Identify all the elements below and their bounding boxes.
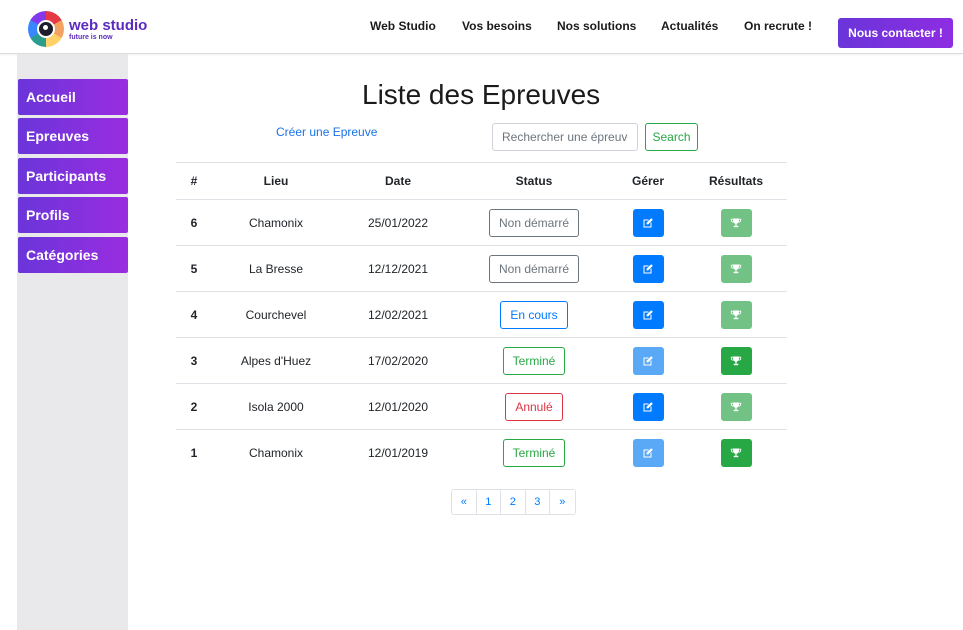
nav-nos-solutions[interactable]: Nos solutions	[557, 19, 636, 33]
status-badge[interactable]: En cours	[500, 300, 568, 329]
edit-button[interactable]	[632, 346, 664, 375]
sidebar-item-epreuves[interactable]: Epreuves	[18, 118, 128, 154]
status-badge[interactable]: Non démarré	[488, 254, 580, 283]
table-row: 4 Courchevel 12/02/2021 En cours	[176, 291, 787, 337]
page-title: Liste des Epreuves	[362, 79, 601, 110]
table-row: 3 Alpes d'Huez 17/02/2020 Terminé	[176, 337, 787, 383]
status-badge[interactable]: Terminé	[502, 346, 566, 375]
epreuves-table: # Lieu Date Status Gérer Résultats 6 Cham…	[176, 162, 787, 475]
results-button[interactable]	[720, 438, 752, 467]
brand-name: web studio	[69, 16, 148, 34]
edit-button[interactable]	[632, 208, 664, 237]
row-date: 25/01/2022	[367, 215, 429, 230]
edit-icon	[642, 309, 654, 321]
row-id: 3	[190, 353, 198, 368]
header-lieu: Lieu	[263, 174, 289, 188]
row-date: 12/12/2021	[367, 261, 429, 276]
table-row: 6 Chamonix 25/01/2022 Non démarré	[176, 199, 787, 245]
trophy-icon	[730, 401, 742, 413]
pagination-page-3[interactable]: 3	[525, 490, 550, 514]
edit-button[interactable]	[632, 300, 664, 329]
contact-button[interactable]: Nous contacter !	[838, 18, 953, 48]
results-button[interactable]	[720, 208, 752, 237]
table-row: 1 Chamonix 12/01/2019 Terminé	[176, 429, 787, 475]
row-id: 4	[190, 307, 198, 322]
pagination-page-1[interactable]: 1	[476, 490, 501, 514]
edit-button[interactable]	[632, 392, 664, 421]
edit-icon	[642, 401, 654, 413]
nav-web-studio[interactable]: Web Studio	[370, 19, 436, 33]
pagination-next[interactable]: »	[550, 490, 575, 514]
logo-icon	[28, 11, 64, 47]
trophy-icon	[730, 355, 742, 367]
status-badge[interactable]: Terminé	[502, 438, 566, 467]
header-status: Status	[515, 174, 553, 188]
sidebar-item-participants[interactable]: Participants	[18, 158, 128, 194]
row-lieu: Chamonix	[248, 215, 304, 230]
sidebar-item-profils[interactable]: Profils	[18, 197, 128, 233]
trophy-icon	[730, 263, 742, 275]
table-header-row: # Lieu Date Status Gérer Résultats	[176, 162, 787, 199]
results-button[interactable]	[720, 392, 752, 421]
brand-logo[interactable]: web studio future is now	[28, 9, 158, 49]
pagination-page-2[interactable]: 2	[501, 490, 526, 514]
table-row: 2 Isola 2000 12/01/2020 Annulé	[176, 383, 787, 429]
edit-icon	[642, 217, 654, 229]
row-lieu: Isola 2000	[248, 399, 304, 414]
brand-tagline: future is now	[69, 33, 113, 41]
pagination-prev[interactable]: «	[452, 490, 477, 514]
table-body: 6 Chamonix 25/01/2022 Non démarré 5 La Bresse…	[176, 199, 787, 475]
status-badge[interactable]: Non démarré	[488, 208, 580, 237]
header-resultats: Résultats	[708, 174, 764, 188]
header-num: #	[190, 174, 198, 188]
top-navbar: web studio future is now Web Studio Vos …	[0, 0, 963, 54]
row-id: 2	[190, 399, 198, 414]
row-lieu: Alpes d'Huez	[240, 353, 312, 368]
trophy-icon	[730, 309, 742, 321]
results-button[interactable]	[720, 254, 752, 283]
trophy-icon	[730, 217, 742, 229]
edit-button[interactable]	[632, 254, 664, 283]
table-row: 5 La Bresse 12/12/2021 Non démarré	[176, 245, 787, 291]
sidebar: Accueil Epreuves Participants Profils Ca…	[17, 54, 128, 630]
header-date: Date	[384, 174, 411, 188]
results-button[interactable]	[720, 300, 752, 329]
trophy-icon	[730, 447, 742, 459]
header-gerer: Gérer	[631, 174, 665, 188]
edit-icon	[642, 447, 654, 459]
row-lieu: Chamonix	[248, 445, 304, 460]
row-date: 12/01/2019	[367, 445, 429, 460]
row-date: 12/01/2020	[367, 399, 429, 414]
sidebar-item-categories[interactable]: Catégories	[18, 237, 128, 273]
row-lieu: La Bresse	[248, 261, 304, 276]
search-button[interactable]: Search	[645, 123, 698, 151]
row-id: 6	[190, 215, 198, 230]
edit-button[interactable]	[632, 438, 664, 467]
nav-on-recrute[interactable]: On recrute !	[744, 19, 812, 33]
search-input[interactable]	[492, 123, 638, 151]
results-button[interactable]	[720, 346, 752, 375]
sidebar-item-accueil[interactable]: Accueil	[18, 79, 128, 115]
row-id: 1	[190, 445, 198, 460]
create-epreuve-link[interactable]: Créer une Epreuve	[276, 125, 377, 139]
nav-vos-besoins[interactable]: Vos besoins	[462, 19, 532, 33]
row-lieu: Courchevel	[245, 307, 307, 322]
edit-icon	[642, 263, 654, 275]
pagination: « 1 2 3 »	[451, 489, 576, 515]
status-badge[interactable]: Annulé	[505, 392, 563, 421]
edit-icon	[642, 355, 654, 367]
row-id: 5	[190, 261, 198, 276]
nav-actualites[interactable]: Actualités	[661, 19, 718, 33]
row-date: 17/02/2020	[367, 353, 429, 368]
row-date: 12/02/2021	[367, 307, 429, 322]
